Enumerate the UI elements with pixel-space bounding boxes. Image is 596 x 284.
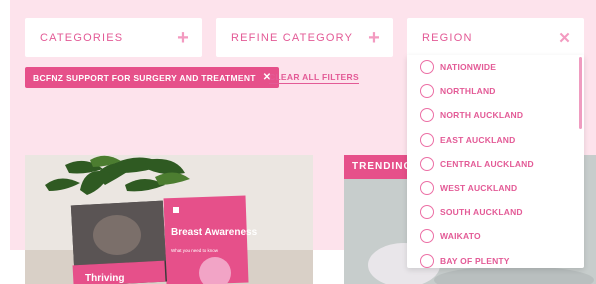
region-option-central-auckland[interactable]: CENTRAL AUCKLAND: [407, 152, 584, 176]
radio-icon[interactable]: [420, 132, 434, 147]
article-card-image[interactable]: Breast Awareness What you need to know T…: [25, 155, 313, 284]
plus-icon: +: [368, 26, 381, 49]
region-option-label: CENTRAL AUCKLAND: [440, 158, 534, 169]
radio-icon[interactable]: [420, 60, 434, 75]
radio-icon[interactable]: [420, 253, 434, 268]
region-option-south-auckland[interactable]: SOUTH AUCKLAND: [407, 200, 584, 224]
radio-icon[interactable]: [420, 181, 434, 196]
region-filter-button[interactable]: REGION ✕: [407, 18, 584, 57]
active-filter-label: BCFNZ SUPPORT FOR SURGERY AND TREATMENT: [33, 72, 256, 83]
booklets-photo: Breast Awareness What you need to know T…: [25, 155, 313, 284]
region-option-east-auckland[interactable]: EAST AUCKLAND: [407, 128, 584, 152]
refine-category-filter-button[interactable]: REFINE CATEGORY +: [216, 18, 393, 57]
booklet-thriving-text: Thriving: [85, 273, 124, 284]
dropdown-scrollbar[interactable]: [579, 57, 582, 129]
close-icon[interactable]: ✕: [558, 29, 572, 47]
region-option-label: WEST AUCKLAND: [440, 183, 518, 194]
radio-icon[interactable]: [420, 205, 434, 220]
refine-category-filter-label: REFINE CATEGORY: [231, 31, 354, 44]
region-option-label: NORTHLAND: [440, 86, 496, 97]
clear-all-filters-link[interactable]: CLEAR ALL FILTERS: [269, 72, 359, 84]
active-filter-chip[interactable]: BCFNZ SUPPORT FOR SURGERY AND TREATMENT …: [25, 67, 280, 88]
radio-icon[interactable]: [420, 84, 434, 99]
region-filter-label: REGION: [422, 31, 473, 44]
categories-filter-label: CATEGORIES: [40, 31, 124, 44]
trending-badge: TRENDING: [344, 155, 414, 179]
booklet-subtitle-text: What you need to know: [171, 248, 219, 253]
categories-filter-button[interactable]: CATEGORIES +: [25, 18, 202, 57]
region-option-bay-of-plenty[interactable]: BAY OF PLENTY: [407, 249, 584, 269]
plus-icon: +: [177, 26, 190, 49]
region-option-northland[interactable]: NORTHLAND: [407, 79, 584, 103]
region-option-waikato[interactable]: WAIKATO: [407, 224, 584, 248]
region-option-label: SOUTH AUCKLAND: [440, 207, 523, 218]
region-option-west-auckland[interactable]: WEST AUCKLAND: [407, 176, 584, 200]
radio-icon[interactable]: [420, 229, 434, 244]
region-option-nationwide[interactable]: NATIONWIDE: [407, 55, 584, 79]
region-dropdown-list[interactable]: NATIONWIDE NORTHLAND NORTH AUCKLAND EAST…: [407, 55, 584, 268]
region-option-label: NATIONWIDE: [440, 62, 497, 73]
booklet-title-text: Breast Awareness: [171, 227, 258, 238]
region-option-label: BAY OF PLENTY: [440, 255, 510, 266]
radio-icon[interactable]: [420, 108, 434, 123]
radio-icon[interactable]: [420, 156, 434, 171]
region-option-label: NORTH AUCKLAND: [440, 110, 524, 121]
region-option-label: EAST AUCKLAND: [440, 134, 516, 145]
region-option-label: WAIKATO: [440, 231, 481, 242]
region-option-north-auckland[interactable]: NORTH AUCKLAND: [407, 103, 584, 127]
